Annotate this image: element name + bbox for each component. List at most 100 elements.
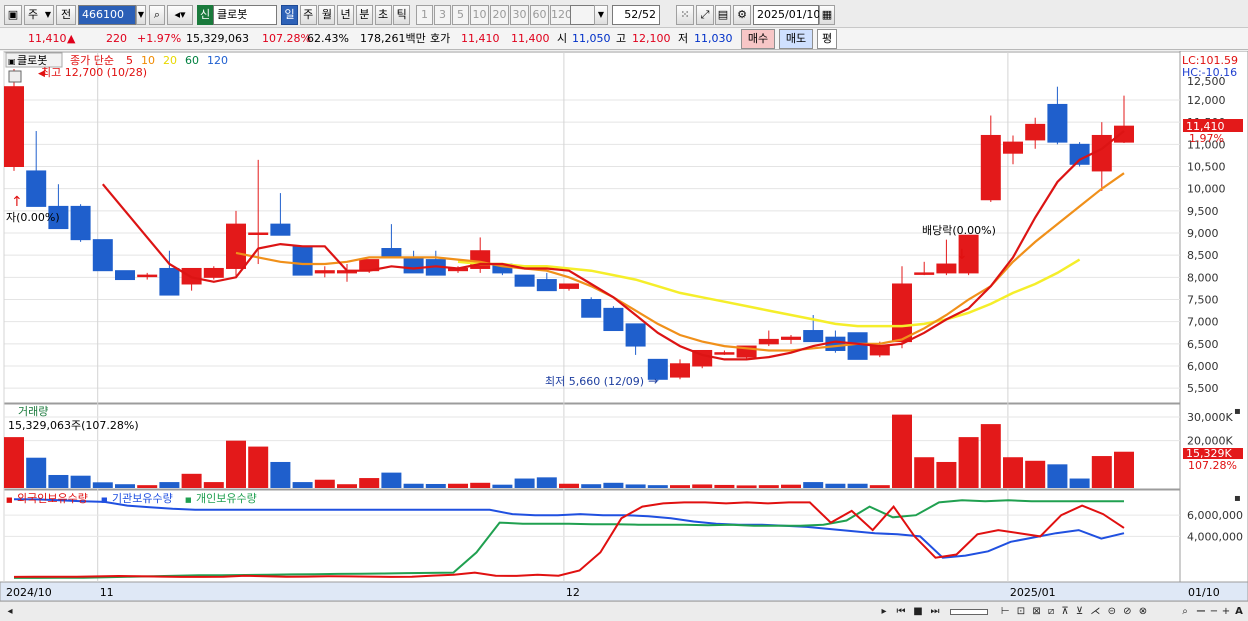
volume-bar	[958, 437, 979, 488]
count-value: 52	[624, 8, 639, 21]
crosshair-icon[interactable]: ⤢	[696, 5, 714, 25]
trade-amount: 178,261백만	[360, 32, 426, 45]
candle-body	[159, 267, 180, 296]
price-change-pct: +1.97%	[137, 32, 182, 45]
volume-bar	[758, 485, 779, 488]
candle-body	[714, 352, 735, 355]
font-size-icon[interactable]: A	[1233, 604, 1245, 619]
period-tab-4[interactable]: 년	[337, 5, 355, 25]
calendar-icon[interactable]: ▦	[819, 5, 835, 25]
period-tab-2[interactable]: 주	[299, 5, 317, 25]
minute-tab-5[interactable]: 5	[452, 5, 469, 25]
volume-bar	[647, 485, 668, 488]
minute-tab-3[interactable]: 3	[434, 5, 451, 25]
scroll-left-icon[interactable]: ◂	[4, 604, 16, 619]
period-tab-6[interactable]: 초	[374, 5, 392, 25]
rewind-icon[interactable]: ⏮	[894, 604, 908, 619]
holdings-axis-label: 6,000,000	[1187, 509, 1243, 522]
price-axis-label: 7,000	[1187, 316, 1219, 329]
grid-icon[interactable]: ⁙	[676, 5, 694, 25]
count-input[interactable]: 52/52	[612, 5, 660, 25]
up-arrow-icon: ↑	[11, 194, 23, 210]
minute-tab-20[interactable]: 20	[490, 5, 509, 25]
volume-bar	[1114, 451, 1134, 488]
volume-bar	[70, 475, 91, 488]
volume-ratio: 107.28%	[262, 32, 311, 45]
period-tab-5[interactable]: 분	[355, 5, 373, 25]
holdings-legend-label: 기관보유수량	[112, 492, 173, 505]
speaker-icon[interactable]: ◂▾	[167, 5, 193, 25]
volume-title: 거래량	[18, 405, 48, 418]
candle-body	[536, 279, 557, 292]
x-axis-label: 2024/10	[6, 586, 52, 599]
stock-chart[interactable]: 12,00011,50011,00010,50010,0009,5009,000…	[0, 51, 1248, 601]
minute-tab-10[interactable]: 10	[470, 5, 489, 25]
sell-button[interactable]: 매도	[779, 29, 813, 49]
code-dropdown-icon[interactable]: ▼	[136, 5, 146, 25]
price-axis-label: 10,500	[1187, 161, 1226, 174]
prev-button[interactable]: 전	[56, 5, 76, 25]
ask-label: 호가	[430, 32, 451, 45]
price-change: 220	[106, 32, 127, 45]
volume-bar	[1025, 460, 1046, 488]
price-axis-label: 7,500	[1187, 294, 1219, 307]
price-axis-label: 8,000	[1187, 271, 1219, 284]
volume-bar	[1047, 464, 1068, 488]
stop-icon[interactable]: ■	[912, 604, 924, 619]
volume-axis-label: 20,000K	[1187, 435, 1233, 448]
zoom-out-icon[interactable]: −	[1194, 604, 1208, 619]
period-tab-3[interactable]: 월	[318, 5, 336, 25]
scroll-thumb[interactable]	[950, 609, 988, 615]
chart-scrollbar[interactable]: ◂ ▸ ⏮ ■ ⏭ ⊢ ⊡ ⊠ ⧄ ⊼ ⊻ ⋌ ⊝ ⊘ ⊗ ⌕ − − + A	[0, 601, 1248, 621]
price-axis-label: 6,000	[1187, 360, 1219, 373]
buy-button[interactable]: 매수	[741, 29, 775, 49]
zoom-in-icon[interactable]: +	[1220, 604, 1232, 619]
volume-bar	[92, 482, 113, 488]
date-input[interactable]: 2025/01/10	[753, 5, 820, 25]
candle-body	[70, 205, 91, 241]
legend-ma-period: 20	[163, 54, 177, 67]
candle-body	[581, 299, 602, 318]
gear-icon[interactable]: ⚙	[733, 5, 751, 25]
stock-name-field[interactable]: 클로봇	[213, 5, 277, 25]
volume-bar	[292, 482, 313, 488]
volume-bar	[26, 457, 47, 488]
zoom-out-minus-icon[interactable]: −	[1208, 604, 1220, 619]
candle-body	[203, 267, 224, 278]
save-icon[interactable]: ▤	[715, 5, 731, 25]
volume-bar	[980, 424, 1001, 488]
quote-bar: 11,410 ▲ 220 +1.97% 15,329,063 107.28% 6…	[0, 28, 1248, 50]
stock-code-input[interactable]: 466100	[78, 5, 136, 25]
period-tab-7[interactable]: 틱	[393, 5, 411, 25]
forward-icon[interactable]: ⏭	[928, 604, 942, 619]
interval-dropdown-icon[interactable]: ▼	[594, 5, 608, 25]
volume-bar	[625, 484, 646, 488]
candle-body	[115, 270, 135, 281]
high-price: 12,100	[632, 32, 671, 45]
draw-tool-icons[interactable]: ⊢ ⊡ ⊠ ⧄ ⊼ ⊻ ⋌ ⊝ ⊘ ⊗	[1000, 604, 1150, 619]
volume-bar	[159, 482, 180, 488]
minute-tab-60[interactable]: 60	[530, 5, 549, 25]
candle-body	[270, 223, 291, 236]
volume-bar	[936, 461, 957, 488]
minute-tab-120[interactable]: 120	[550, 5, 572, 25]
candle-body	[670, 363, 690, 378]
candle-body	[803, 330, 824, 343]
chevron-down-icon: ▼	[44, 10, 51, 19]
play-icon[interactable]: ▸	[878, 604, 890, 619]
candle-body	[26, 170, 47, 207]
candle-body	[936, 263, 957, 274]
volume-bar	[603, 482, 624, 488]
volume-bar	[536, 477, 557, 488]
minute-tab-1[interactable]: 1	[416, 5, 433, 25]
market-select[interactable]: 주 ▼	[24, 5, 54, 25]
average-button[interactable]: 평	[817, 29, 837, 49]
period-tab-1[interactable]: 일	[281, 5, 298, 25]
search-icon[interactable]: ⌕	[149, 5, 165, 25]
minute-tab-30[interactable]: 30	[510, 5, 529, 25]
window-icon[interactable]: ▣	[4, 5, 22, 25]
zoom-icon[interactable]: ⌕	[1178, 604, 1192, 619]
volume-bar	[359, 478, 380, 488]
candle-body	[1003, 141, 1023, 154]
chart-canvas[interactable]: 12,00011,50011,00010,50010,0009,5009,000…	[0, 51, 1248, 601]
